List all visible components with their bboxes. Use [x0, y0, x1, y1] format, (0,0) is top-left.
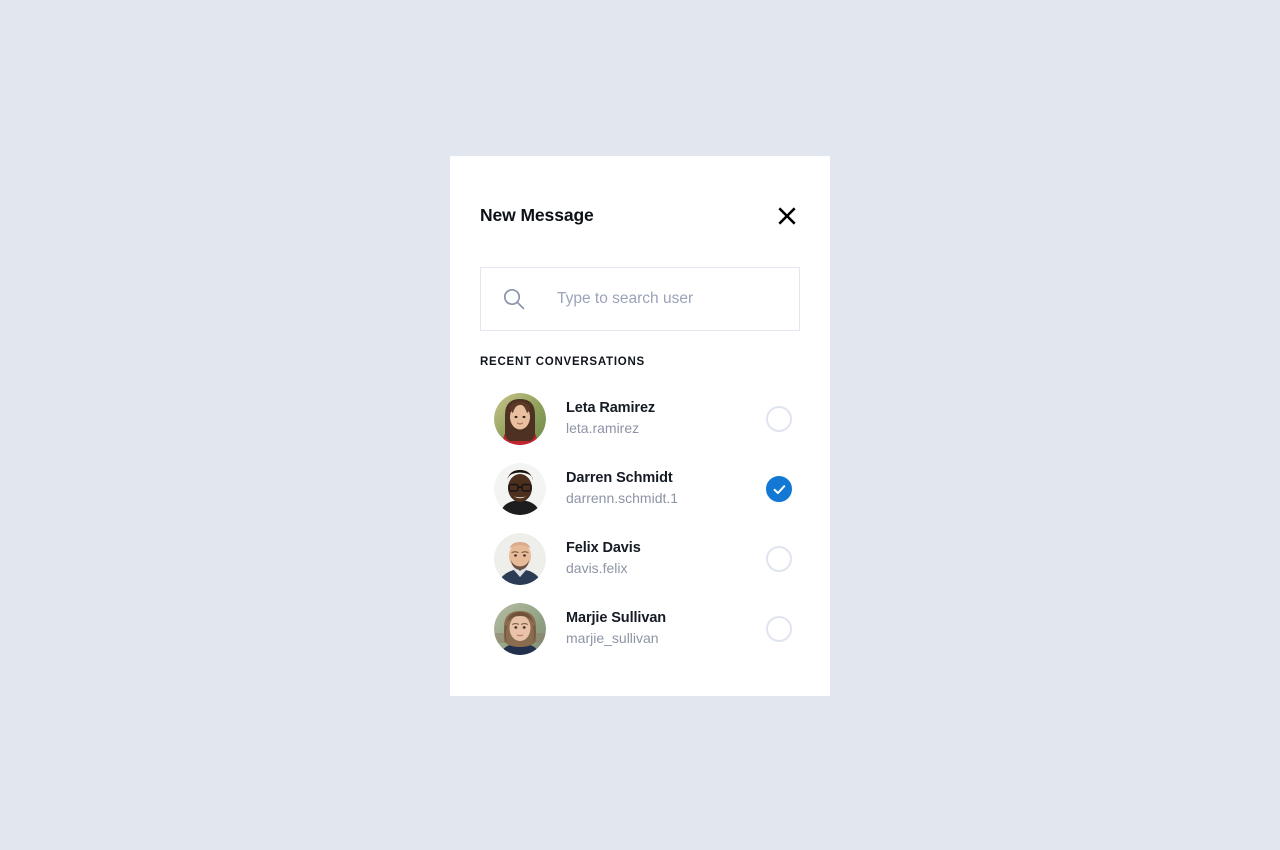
user-handle: leta.ramirez [566, 420, 640, 437]
search-icon [499, 284, 529, 314]
avatar-leta-ramirez [494, 393, 546, 445]
user-list: Leta Ramirez leta.ramirez Darren Schmidt… [450, 384, 830, 664]
page-title: New Message [480, 205, 594, 226]
user-handle: davis.felix [566, 560, 628, 577]
user-name: Marjie Sullivan [566, 609, 667, 626]
avatar-felix-davis [494, 533, 546, 585]
check-icon [773, 484, 785, 494]
select-toggle[interactable] [766, 546, 792, 572]
select-toggle[interactable] [766, 616, 792, 642]
user-handle: marjie_sullivan [566, 630, 659, 647]
user-meta: Felix Davis davis.felix [566, 539, 766, 579]
user-name: Leta Ramirez [566, 399, 656, 416]
select-toggle[interactable] [766, 406, 792, 432]
user-handle: darrenn.schmidt.1 [566, 490, 679, 507]
close-button[interactable] [774, 203, 800, 229]
modal-header: New Message [450, 156, 830, 229]
recent-conversations-label: RECENT CONVERSATIONS [480, 356, 645, 368]
select-toggle[interactable] [766, 476, 792, 502]
list-item[interactable]: Leta Ramirez leta.ramirez [480, 384, 800, 454]
avatar-darren-schmidt [494, 463, 546, 515]
search-box[interactable] [480, 267, 800, 331]
user-meta: Leta Ramirez leta.ramirez [566, 399, 766, 439]
close-x-icon [776, 205, 798, 227]
user-name: Felix Davis [566, 539, 641, 556]
search-input[interactable] [557, 290, 781, 308]
list-item[interactable]: Marjie Sullivan marjie_sullivan [480, 594, 800, 664]
user-meta: Marjie Sullivan marjie_sullivan [566, 609, 766, 649]
new-message-modal: New Message RECENT CONVERSATIONS [450, 156, 830, 696]
list-item[interactable]: Felix Davis davis.felix [480, 524, 800, 594]
list-item[interactable]: Darren Schmidt darrenn.schmidt.1 [480, 454, 800, 524]
user-name: Darren Schmidt [566, 469, 673, 486]
user-meta: Darren Schmidt darrenn.schmidt.1 [566, 469, 766, 509]
avatar-marjie-sullivan [494, 603, 546, 655]
